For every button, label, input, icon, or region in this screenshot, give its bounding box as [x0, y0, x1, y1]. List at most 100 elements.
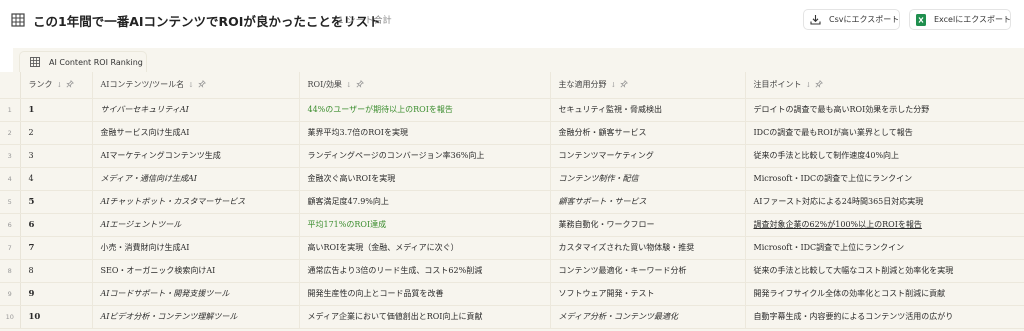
grid-icon	[11, 12, 25, 27]
pin-icon[interactable]	[66, 80, 75, 90]
cell-rank[interactable]: 1	[20, 98, 93, 122]
table-row: 2 2 金融サービス向け生成AI 業界平均3.7倍のROIを実現 金融分析・顧客…	[0, 121, 1024, 145]
table-row: 1 1 サイバーセキュリティAI 44%のユーザーが期待以上のROIを報告 セキ…	[0, 98, 1024, 122]
cell-area[interactable]: メディア分析・コンテンツ最適化	[550, 305, 746, 329]
row-number: 8	[0, 259, 21, 283]
cell-tool[interactable]: AIエージェントツール	[92, 213, 300, 237]
table-row: 8 8 SEO・オーガニック検索向けAI 通常広告より3倍のリード生成、コスト6…	[0, 259, 1024, 283]
download-icon	[810, 14, 821, 25]
cell-roi[interactable]: 平均171%のROI達成	[299, 213, 551, 237]
row-number: 3	[0, 144, 21, 168]
table-icon	[30, 57, 40, 67]
cell-area[interactable]: コンテンツ制作・配信	[550, 167, 746, 191]
cell-tool[interactable]: 金融サービス向け生成AI	[92, 121, 300, 145]
cell-tool[interactable]: 小売・消費財向け生成AI	[92, 236, 300, 260]
row-number: 6	[0, 213, 21, 237]
cell-tool[interactable]: SEO・オーガニック検索向けAI	[92, 259, 300, 283]
cell-roi[interactable]: ランディングページのコンバージョン率36%向上	[299, 144, 551, 168]
column-header-tool[interactable]: AIコンテンツ/ツール名 ↓	[92, 72, 300, 99]
export-csv-button[interactable]: Csvにエクスポート	[803, 9, 900, 30]
pin-icon[interactable]	[815, 80, 824, 90]
sort-arrow-icon[interactable]: ↓	[806, 81, 812, 89]
cell-tool[interactable]: AIビデオ分析・コンテンツ理解ツール	[92, 305, 300, 329]
table-row: 10 10 AIビデオ分析・コンテンツ理解ツール メディア企業において価値創出と…	[0, 305, 1024, 329]
cell-roi[interactable]: 金融次ぐ高いROIを実現	[299, 167, 551, 191]
cell-point[interactable]: AIファースト対応による24時間365日対応実現	[745, 190, 1024, 214]
sort-arrow-icon[interactable]: ↓	[188, 81, 194, 89]
header-row: ランク ↓ AIコンテンツ/ツール名 ↓ ROI/効果 ↓ 主な適用分野 ↓ 注目ポイン…	[0, 72, 1024, 99]
cell-point[interactable]: 調査対象企業の62%が100%以上のROIを報告	[745, 213, 1024, 237]
table-row: 6 6 AIエージェントツール 平均171%のROI達成 業務自動化・ワークフロ…	[0, 213, 1024, 237]
row-number: 4	[0, 167, 21, 191]
cell-point[interactable]: デロイトの調査で最も高いROI効果を示した分野	[745, 98, 1024, 122]
cell-rank[interactable]: 8	[20, 259, 93, 283]
table-row: 3 3 AIマーケティングコンテンツ生成 ランディングページのコンバージョン率3…	[0, 144, 1024, 168]
cell-point[interactable]: 開発ライフサイクル全体の効率化とコスト削減に貢献	[745, 282, 1024, 306]
cell-rank[interactable]: 10	[20, 305, 93, 329]
data-table: ランク ↓ AIコンテンツ/ツール名 ↓ ROI/効果 ↓ 主な適用分野 ↓ 注目ポイン…	[0, 72, 1024, 329]
data-sheet: ランク ↓ AIコンテンツ/ツール名 ↓ ROI/効果 ↓ 主な適用分野 ↓ 注目ポイン…	[0, 72, 1024, 331]
pin-icon[interactable]	[356, 80, 364, 90]
column-header-rank[interactable]: ランク ↓	[20, 72, 93, 99]
row-number: 5	[0, 190, 21, 214]
tab-label: AI Content ROI Ranking	[49, 57, 143, 67]
cell-tool[interactable]: サイバーセキュリティAI	[92, 98, 300, 122]
tab-ai-content-roi-ranking[interactable]: AI Content ROI Ranking	[19, 51, 147, 72]
cell-area[interactable]: ソフトウェア開発・テスト	[550, 282, 746, 306]
cell-point[interactable]: Microsoft・IDCの調査で上位にランクイン	[745, 167, 1024, 191]
cell-area[interactable]: カスタマイズされた買い物体験・推奨	[550, 236, 746, 260]
excel-icon	[916, 13, 926, 26]
cell-point[interactable]: 従来の手法と比較して大幅なコスト削減と効率化を実現	[745, 259, 1024, 283]
cell-roi[interactable]: 高いROIを実現（金融、メディアに次ぐ）	[299, 236, 551, 260]
sort-arrow-icon[interactable]: ↓	[57, 81, 63, 89]
cell-rank[interactable]: 3	[20, 144, 93, 168]
table-row: 5 5 AIチャットボット・カスタマーサービス 顧客満足度47.9%向上 顧客サ…	[0, 190, 1024, 214]
cell-point[interactable]: 自動字幕生成・内容要約によるコンテンツ活用の広がり	[745, 305, 1024, 329]
page-title: この1年間で一番AIコンテンツでROIが良かったことをリスト	[33, 14, 381, 29]
cell-rank[interactable]: 5	[20, 190, 93, 214]
table-row: 7 7 小売・消費財向け生成AI 高いROIを実現（金融、メディアに次ぐ） カス…	[0, 236, 1024, 260]
cell-area[interactable]: セキュリティ監視・脅威検出	[550, 98, 746, 122]
column-header-roi[interactable]: ROI/効果 ↓	[299, 72, 551, 99]
cell-rank[interactable]: 2	[20, 121, 93, 145]
cell-area[interactable]: コンテンツマーケティング	[550, 144, 746, 168]
row-number: 9	[0, 282, 21, 306]
export-csv-label: Csvにエクスポート	[829, 15, 900, 24]
cell-roi[interactable]: 業界平均3.7倍のROIを実現	[299, 121, 551, 145]
pin-icon[interactable]	[620, 80, 629, 90]
cell-rank[interactable]: 6	[20, 213, 93, 237]
cell-rank[interactable]: 4	[20, 167, 93, 191]
column-header-point[interactable]: 注目ポイント ↓	[745, 72, 1024, 99]
cell-tool[interactable]: AIコードサポート・開発支援ツール	[92, 282, 300, 306]
table-row: 9 9 AIコードサポート・開発支援ツール 開発生産性の向上とコード品質を改善 …	[0, 282, 1024, 306]
cell-roi[interactable]: メディア企業において価値創出とROI向上に貢献	[299, 305, 551, 329]
corner-cell	[0, 72, 21, 99]
cell-rank[interactable]: 7	[20, 236, 93, 260]
sort-arrow-icon[interactable]: ↓	[346, 81, 352, 89]
sort-arrow-icon[interactable]: ↓	[611, 81, 617, 89]
cell-area[interactable]: 金融分析・顧客サービス	[550, 121, 746, 145]
cell-point[interactable]: Microsoft・IDC調査で上位にランクイン	[745, 236, 1024, 260]
cell-point[interactable]: 従来の手法と比較して制作速度40%向上	[745, 144, 1024, 168]
export-excel-button[interactable]: Excelにエクスポート	[909, 9, 1011, 30]
cell-area[interactable]: コンテンツ最適化・キーワード分析	[550, 259, 746, 283]
sheet-count: 1 シート合計	[338, 16, 392, 26]
row-number: 10	[0, 305, 21, 329]
cell-rank[interactable]: 9	[20, 282, 93, 306]
cell-roi[interactable]: 開発生産性の向上とコード品質を改善	[299, 282, 551, 306]
cell-area[interactable]: 業務自動化・ワークフロー	[550, 213, 746, 237]
cell-roi[interactable]: 44%のユーザーが期待以上のROIを報告	[299, 98, 551, 122]
cell-tool[interactable]: メディア・通信向け生成AI	[92, 167, 300, 191]
table-row: 4 4 メディア・通信向け生成AI 金融次ぐ高いROIを実現 コンテンツ制作・配…	[0, 167, 1024, 191]
cell-roi[interactable]: 顧客満足度47.9%向上	[299, 190, 551, 214]
cell-point[interactable]: IDCの調査で最もROIが高い業界として報告	[745, 121, 1024, 145]
cell-tool[interactable]: AIチャットボット・カスタマーサービス	[92, 190, 300, 214]
pin-icon[interactable]	[198, 80, 206, 90]
top-bar: この1年間で一番AIコンテンツでROIが良かったことをリスト 1 シート合計 C…	[0, 0, 1024, 40]
cell-area[interactable]: 顧客サポート・サービス	[550, 190, 746, 214]
cell-tool[interactable]: AIマーケティングコンテンツ生成	[92, 144, 300, 168]
cell-roi[interactable]: 通常広告より3倍のリード生成、コスト62%削減	[299, 259, 551, 283]
column-header-area[interactable]: 主な適用分野 ↓	[550, 72, 746, 99]
row-number: 2	[0, 121, 21, 145]
row-number: 1	[0, 98, 21, 122]
